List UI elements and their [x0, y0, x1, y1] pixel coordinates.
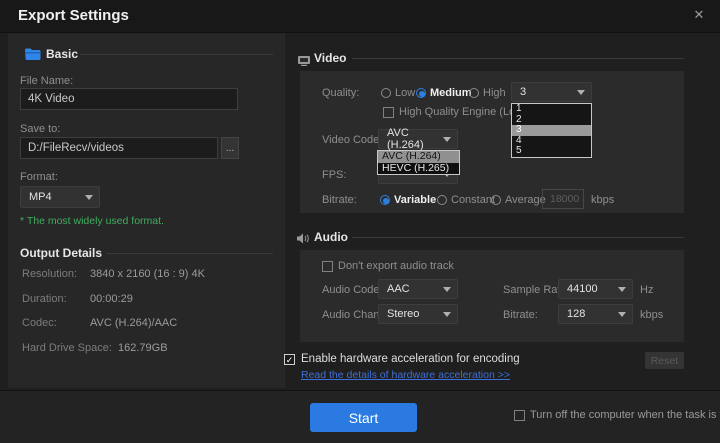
audio-channel-value: Stereo — [387, 308, 419, 320]
chevron-down-icon — [443, 312, 451, 317]
title-bar: Export Settings ✕ — [0, 0, 720, 33]
hq-engine-checkbox[interactable] — [383, 107, 394, 118]
quality-level-option-selected[interactable]: 3 — [512, 125, 591, 136]
quality-label: Quality: — [322, 87, 359, 99]
basic-panel: Basic File Name: 4K Video Save to: D:/Fi… — [8, 33, 285, 388]
bitrate-constant-label[interactable]: Constant — [451, 194, 495, 206]
file-name-label: File Name: — [20, 75, 73, 87]
close-icon[interactable]: ✕ — [690, 6, 708, 24]
audio-bitrate-value: 128 — [567, 308, 585, 320]
basic-divider — [80, 54, 273, 55]
chevron-down-icon — [443, 287, 451, 292]
audio-codec-value: AAC — [387, 283, 410, 295]
quality-level-option[interactable]: 4 — [512, 136, 591, 147]
format-value: MP4 — [29, 191, 52, 203]
resolution-value: 3840 x 2160 (16 : 9) 4K — [90, 268, 205, 280]
save-to-input[interactable]: D:/FileRecv/videos — [20, 137, 218, 159]
codec-label: Codec: — [22, 317, 57, 329]
quality-level-value: 3 — [520, 86, 526, 98]
quality-level-option[interactable]: 5 — [512, 146, 591, 157]
duration-value: 00:00:29 — [90, 293, 133, 305]
save-to-label: Save to: — [20, 123, 60, 135]
output-details-header: Output Details — [20, 246, 102, 260]
quality-low-label[interactable]: Low — [395, 87, 415, 99]
bitrate-unit: kbps — [591, 194, 614, 206]
bitrate-label: Bitrate: — [322, 194, 357, 206]
file-name-input[interactable]: 4K Video — [20, 88, 238, 110]
video-codec-option[interactable]: HEVC (H.265) — [378, 163, 459, 175]
sample-rate-dropdown[interactable]: 44100 — [558, 279, 633, 299]
sample-rate-value: 44100 — [567, 283, 598, 295]
quality-medium-label[interactable]: Medium — [430, 87, 472, 99]
quality-level-list: 1 2 3 4 5 — [511, 103, 592, 158]
bitrate-variable-label[interactable]: Variable — [394, 194, 436, 206]
bitrate-input[interactable]: 18000 — [542, 189, 584, 209]
hw-accel-label[interactable]: Enable hardware acceleration for encodin… — [301, 353, 520, 365]
fps-label: FPS: — [322, 169, 346, 181]
quality-medium-radio[interactable] — [416, 88, 426, 98]
dont-export-audio-checkbox[interactable] — [322, 261, 333, 272]
video-icon — [298, 53, 310, 71]
bitrate-average-radio[interactable] — [491, 195, 501, 205]
resolution-label: Resolution: — [22, 268, 77, 280]
browse-button[interactable]: ... — [221, 137, 239, 159]
hard-drive-space-label: Hard Drive Space: — [22, 342, 112, 354]
video-codec-list: AVC (H.264) HEVC (H.265) — [377, 150, 460, 175]
basic-header: Basic — [46, 47, 78, 61]
format-dropdown[interactable]: MP4 — [20, 186, 100, 208]
quality-level-dropdown[interactable]: 3 — [511, 82, 592, 102]
format-hint: * The most widely used format. — [20, 215, 164, 227]
reset-button[interactable]: Reset — [645, 352, 684, 369]
turnoff-label[interactable]: Turn off the computer when the task is f… — [530, 409, 720, 421]
chevron-down-icon — [577, 90, 585, 95]
audio-bitrate-label: Bitrate: — [503, 309, 538, 321]
output-divider — [106, 253, 273, 254]
video-header: Video — [314, 51, 346, 65]
quality-level-option[interactable]: 1 — [512, 104, 591, 115]
quality-low-radio[interactable] — [381, 88, 391, 98]
quality-high-radio[interactable] — [469, 88, 479, 98]
audio-speaker-icon — [297, 231, 310, 249]
quality-level-option[interactable]: 2 — [512, 115, 591, 126]
bitrate-variable-radio[interactable] — [380, 195, 390, 205]
start-button[interactable]: Start — [310, 403, 417, 432]
dialog-title: Export Settings — [18, 7, 129, 24]
audio-channel-dropdown[interactable]: Stereo — [378, 304, 458, 324]
dont-export-audio-label[interactable]: Don't export audio track — [338, 260, 454, 272]
duration-label: Duration: — [22, 293, 67, 305]
quality-high-label[interactable]: High — [483, 87, 506, 99]
bitrate-constant-radio[interactable] — [437, 195, 447, 205]
video-codec-dropdown[interactable]: AVC (H.264) — [378, 129, 458, 149]
hard-drive-space-value: 162.79GB — [118, 342, 168, 354]
audio-bitrate-dropdown[interactable]: 128 — [558, 304, 633, 324]
format-label: Format: — [20, 171, 58, 183]
audio-codec-dropdown[interactable]: AAC — [378, 279, 458, 299]
chevron-down-icon — [618, 287, 626, 292]
chevron-down-icon — [618, 312, 626, 317]
video-codec-option-selected[interactable]: AVC (H.264) — [378, 151, 459, 163]
audio-bitrate-unit: kbps — [640, 309, 663, 321]
hw-accel-checkbox[interactable]: ✓ — [284, 354, 295, 365]
codec-value: AVC (H.264)/AAC — [90, 317, 177, 329]
sample-rate-unit: Hz — [640, 284, 653, 296]
hw-accel-link[interactable]: Read the details of hardware acceleratio… — [301, 369, 510, 381]
chevron-down-icon — [443, 137, 451, 142]
chevron-down-icon — [85, 195, 93, 200]
bitrate-average-label[interactable]: Average — [505, 194, 546, 206]
folder-icon — [24, 48, 41, 66]
export-settings-dialog: Export Settings ✕ Basic File Name: 4K Vi… — [0, 0, 720, 443]
audio-header: Audio — [314, 230, 348, 244]
turnoff-checkbox[interactable] — [514, 410, 525, 421]
video-codec-value: AVC (H.264) — [387, 127, 439, 151]
